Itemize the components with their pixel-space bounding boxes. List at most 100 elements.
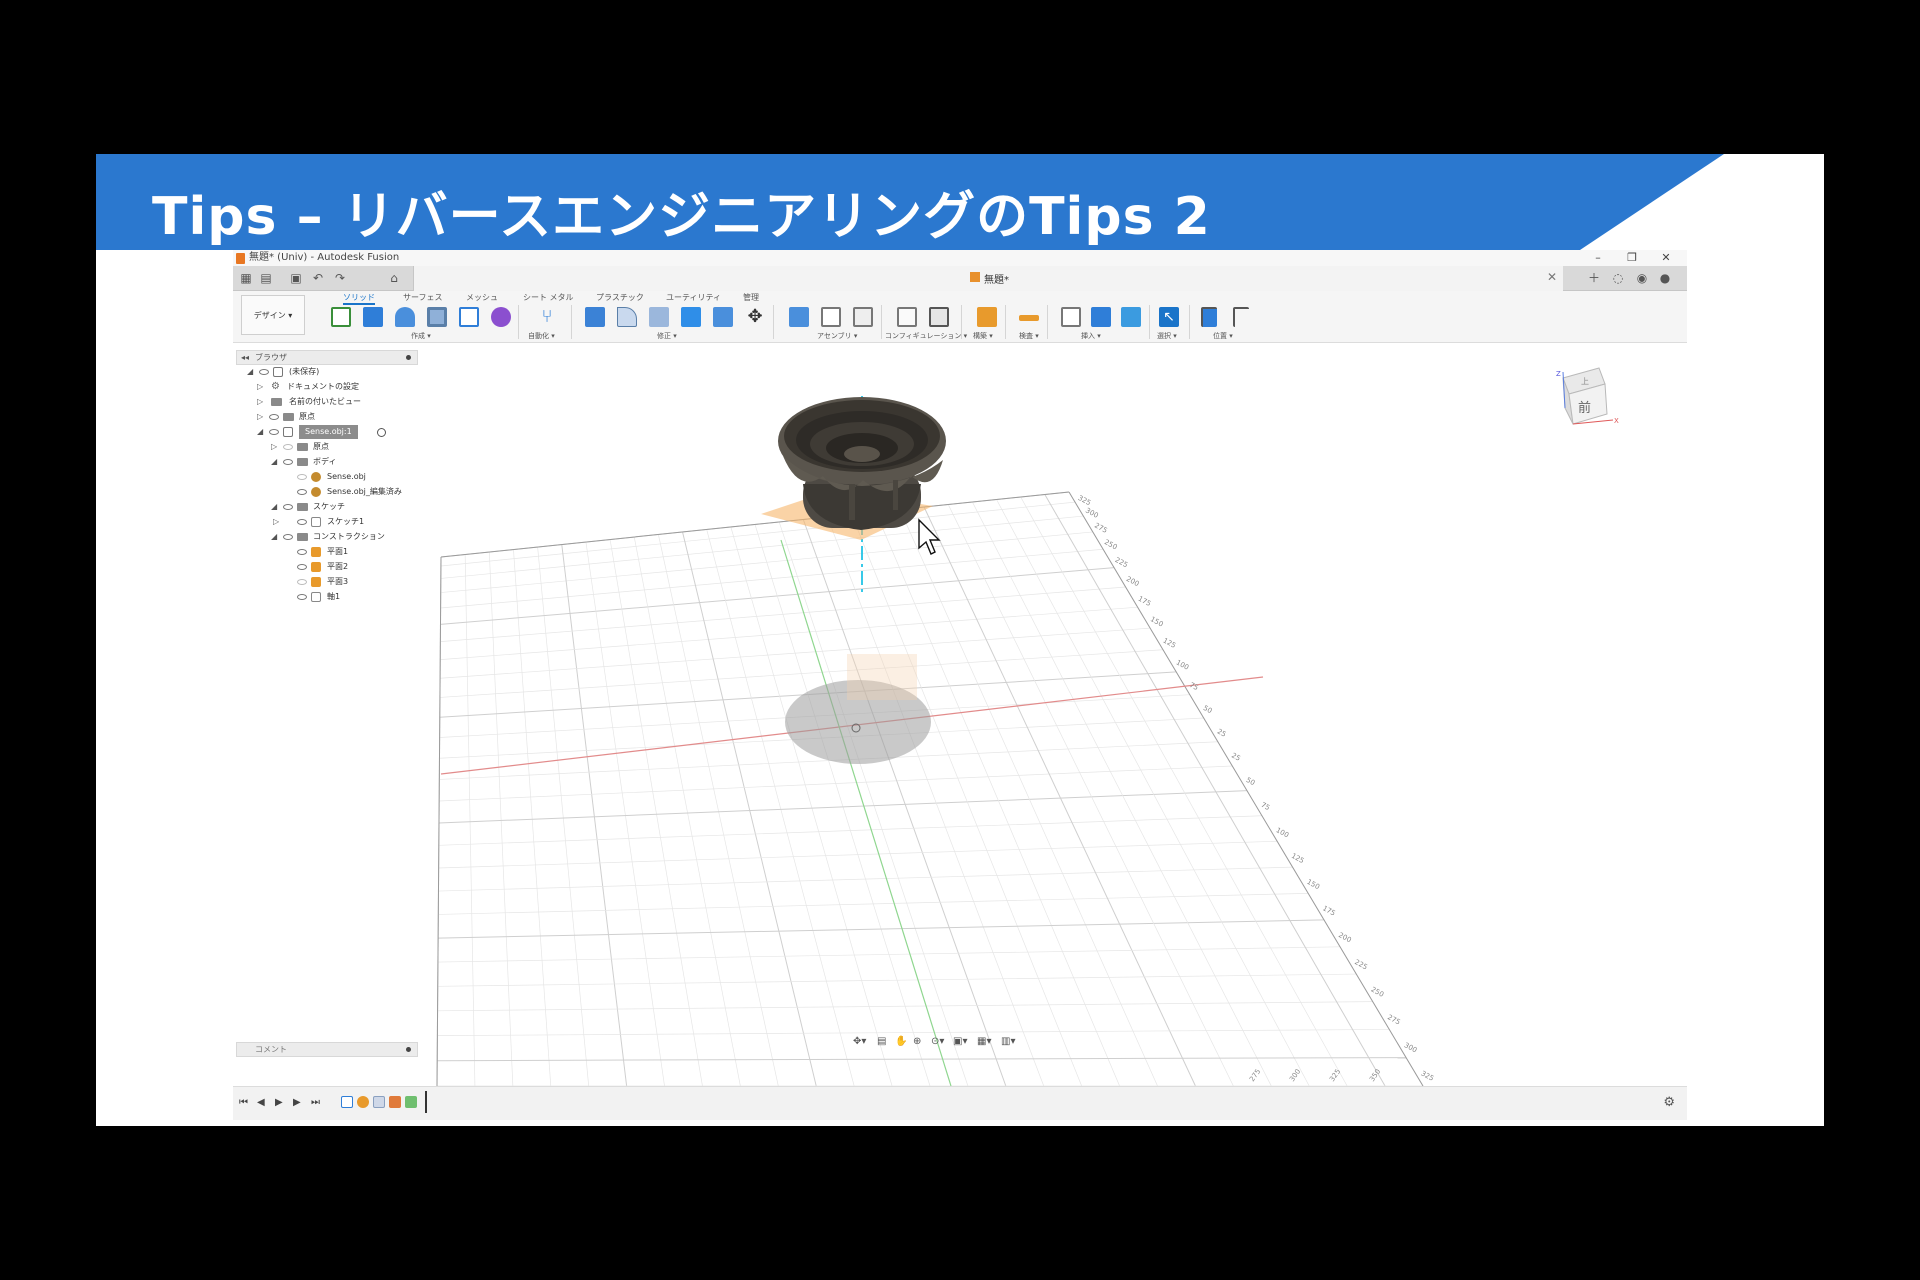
minimize-button[interactable]: –: [1581, 250, 1615, 266]
group-modify[interactable]: 修正 ▾: [657, 331, 677, 341]
group-inspect[interactable]: 検査 ▾: [1019, 331, 1039, 341]
comments-pin-icon[interactable]: [406, 1047, 411, 1052]
move-icon[interactable]: ✥: [745, 307, 765, 327]
fillet-icon[interactable]: [617, 307, 637, 327]
expand-arrow-icon[interactable]: ▷: [257, 395, 267, 409]
job-status-icon[interactable]: ◉: [1635, 271, 1649, 285]
display-settings-icon[interactable]: ▣▾: [953, 1036, 967, 1047]
browser-pin-icon[interactable]: [406, 355, 411, 360]
visibility-eye-icon[interactable]: [297, 594, 307, 600]
tab-utilities[interactable]: ユーティリティ: [666, 292, 721, 303]
file-menu-icon[interactable]: ▤: [259, 271, 273, 285]
visibility-eye-icon[interactable]: [297, 579, 307, 585]
expand-arrow-icon[interactable]: ▷: [257, 380, 267, 394]
expand-arrow-icon[interactable]: ▷: [271, 440, 281, 454]
visibility-eye-icon[interactable]: [297, 519, 307, 525]
notifications-icon[interactable]: ●: [1658, 271, 1672, 285]
timeline-last-button[interactable]: ⏭: [311, 1097, 320, 1108]
save-icon[interactable]: ▣: [289, 271, 303, 285]
viewcube[interactable]: 前 上 X Z: [1556, 367, 1619, 425]
expand-arrow-icon[interactable]: ▷: [257, 410, 267, 424]
measure-icon[interactable]: [1019, 315, 1039, 321]
configure-icon[interactable]: [897, 307, 917, 327]
pan-icon[interactable]: ✋: [895, 1036, 907, 1047]
pattern-icon[interactable]: [459, 307, 479, 327]
insert-derive-icon[interactable]: [1061, 307, 1081, 327]
group-construct[interactable]: 構築 ▾: [973, 331, 993, 341]
document-tab-close-icon[interactable]: ✕: [1547, 270, 1557, 284]
chamfer-icon[interactable]: [649, 307, 669, 327]
group-assembly[interactable]: アセンブリ ▾: [817, 331, 857, 341]
insert-mesh-icon[interactable]: [1091, 307, 1111, 327]
form-icon[interactable]: [491, 307, 511, 327]
timeline-mesh-icon[interactable]: [357, 1096, 369, 1108]
tab-sheet-metal[interactable]: シート メタル: [523, 292, 574, 303]
create-sketch-icon[interactable]: [331, 307, 351, 327]
tab-manage[interactable]: 管理: [743, 292, 759, 303]
orbit-icon[interactable]: ✥▾: [853, 1036, 866, 1047]
collapse-arrow-icon[interactable]: ◢: [257, 425, 267, 439]
redo-icon[interactable]: ↷: [333, 271, 347, 285]
collapse-arrow-icon[interactable]: ◢: [271, 500, 281, 514]
visibility-eye-icon[interactable]: [297, 549, 307, 555]
zoom-icon[interactable]: ⊕: [913, 1036, 921, 1047]
app-grid-icon[interactable]: ▦: [239, 271, 253, 285]
restore-button[interactable]: ❐: [1615, 250, 1649, 266]
visibility-eye-icon[interactable]: [297, 474, 307, 480]
visibility-eye-icon[interactable]: [259, 369, 269, 375]
sync-icon[interactable]: ◌: [1611, 271, 1625, 285]
combine-icon[interactable]: [713, 307, 733, 327]
timeline-play-button[interactable]: ▶: [275, 1097, 283, 1108]
hole-icon[interactable]: [427, 307, 447, 327]
viewport-canvas[interactable]: 3253002752502252001751501251007550252550…: [423, 344, 1687, 1086]
group-select[interactable]: 選択 ▾: [1157, 331, 1177, 341]
joint-icon[interactable]: [821, 307, 841, 327]
new-tab-icon[interactable]: ＋: [1587, 271, 1601, 285]
group-insert[interactable]: 挿入 ▾: [1081, 331, 1101, 341]
group-create[interactable]: 作成 ▾: [411, 331, 431, 341]
timeline-axis-icon[interactable]: [405, 1096, 417, 1108]
timeline-marker[interactable]: [425, 1091, 427, 1113]
look-at-icon[interactable]: ▤: [877, 1036, 886, 1047]
align-icon[interactable]: [1201, 307, 1217, 327]
browser-panel-header[interactable]: ◂◂ ブラウザ: [236, 350, 418, 365]
visibility-eye-icon[interactable]: [283, 459, 293, 465]
timeline-settings-icon[interactable]: ⚙: [1663, 1095, 1675, 1110]
visibility-eye-icon[interactable]: [269, 429, 279, 435]
new-component-icon[interactable]: [789, 307, 809, 327]
tab-plastic[interactable]: プラスチック: [596, 292, 644, 303]
construct-plane-icon[interactable]: [977, 307, 997, 327]
configuration-table-icon[interactable]: [929, 307, 949, 327]
timeline-sketch-icon[interactable]: [341, 1096, 353, 1108]
collapse-arrow-icon[interactable]: ◢: [271, 530, 281, 544]
tab-mesh[interactable]: メッシュ: [466, 292, 498, 303]
timeline-plane-icon[interactable]: [389, 1096, 401, 1108]
automate-icon[interactable]: ⑂: [537, 307, 557, 327]
close-button[interactable]: ✕: [1649, 250, 1683, 266]
visibility-eye-icon[interactable]: [297, 489, 307, 495]
select-icon[interactable]: ↖: [1159, 307, 1179, 327]
visibility-eye-icon[interactable]: [283, 504, 293, 510]
fit-icon[interactable]: ⊙▾: [931, 1036, 944, 1047]
viewports-icon[interactable]: ▥▾: [1001, 1036, 1015, 1047]
revolve-icon[interactable]: [395, 307, 415, 327]
group-configuration[interactable]: コンフィギュレーション ▾: [885, 331, 967, 341]
shell-icon[interactable]: [681, 307, 701, 327]
grid-settings-icon[interactable]: ▦▾: [977, 1036, 991, 1047]
timeline-previous-button[interactable]: ◀: [257, 1097, 265, 1108]
position-icon[interactable]: [1233, 307, 1249, 327]
press-pull-icon[interactable]: [585, 307, 605, 327]
tab-surface[interactable]: サーフェス: [403, 292, 443, 303]
visibility-eye-icon[interactable]: [269, 414, 279, 420]
extrude-icon[interactable]: [363, 307, 383, 327]
browser-collapse-icon[interactable]: ◂◂: [241, 351, 249, 364]
insert-canvas-icon[interactable]: [1121, 307, 1141, 327]
visibility-eye-icon[interactable]: [283, 534, 293, 540]
workspace-dropdown[interactable]: デザイン ▾: [241, 295, 305, 335]
tab-solid[interactable]: ソリッド: [343, 292, 375, 305]
group-position[interactable]: 位置 ▾: [1213, 331, 1233, 341]
visibility-eye-icon[interactable]: [283, 444, 293, 450]
home-icon[interactable]: ⌂: [387, 271, 401, 285]
visibility-eye-icon[interactable]: [297, 564, 307, 570]
document-tab[interactable]: 無題* ✕: [413, 266, 1563, 291]
